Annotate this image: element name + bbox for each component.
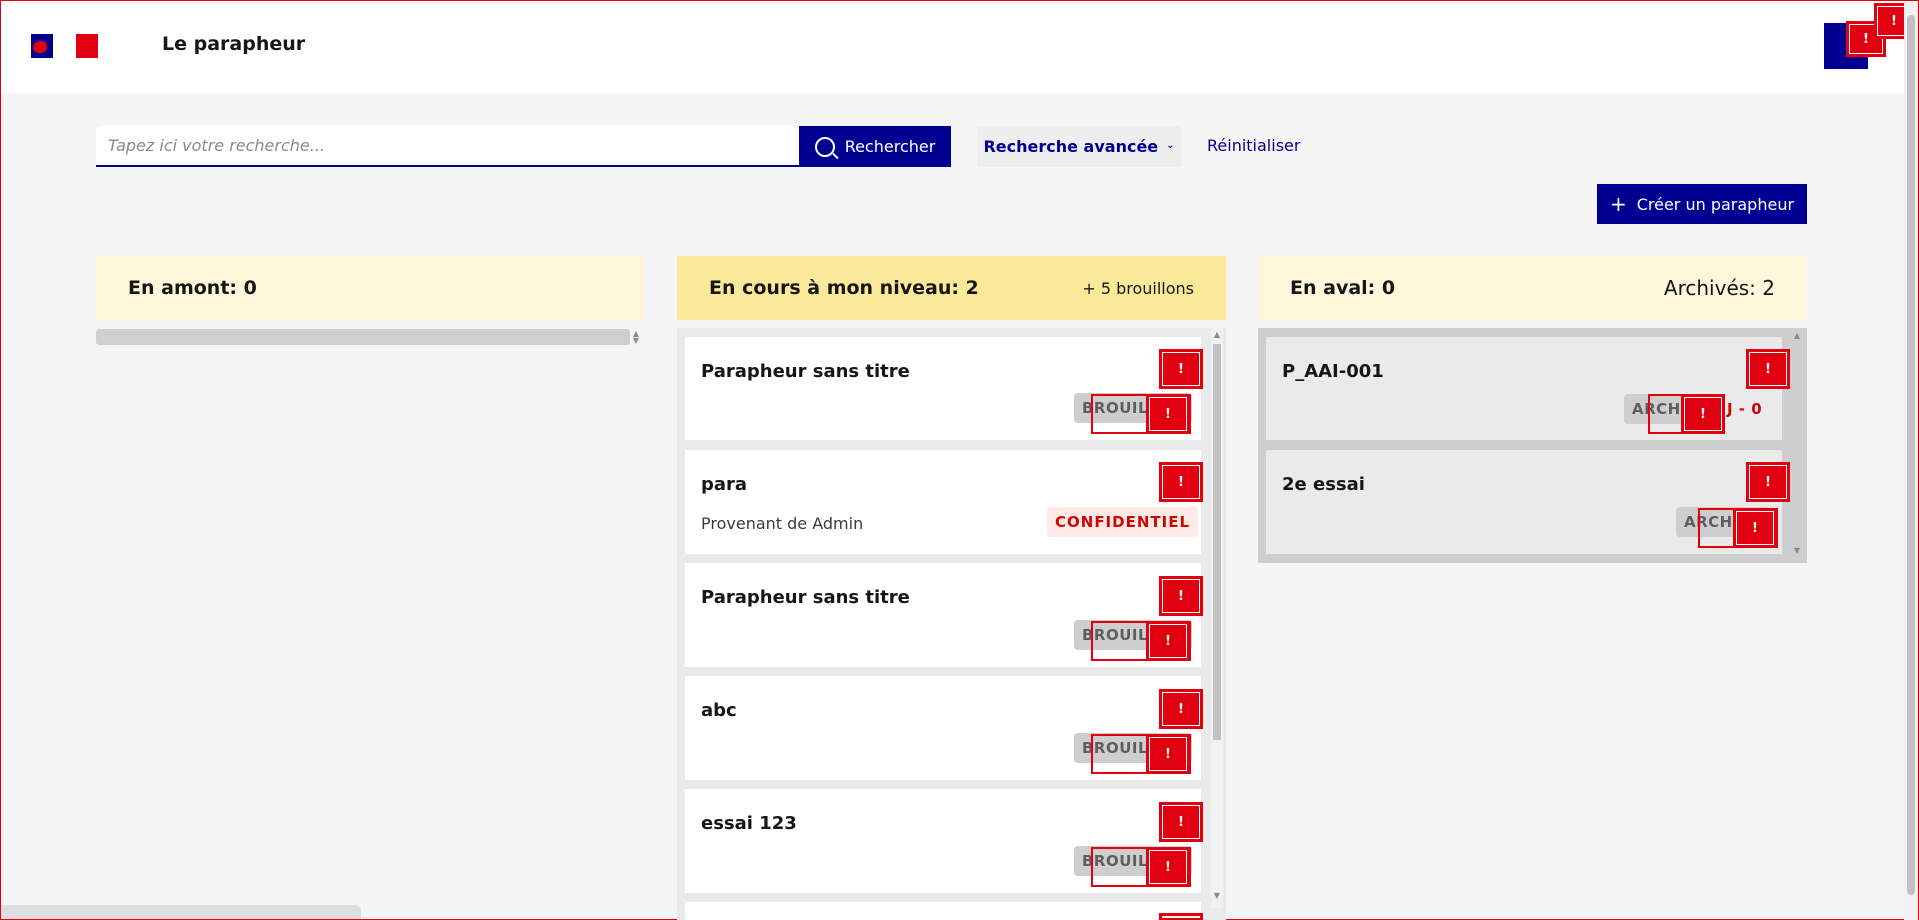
parapheur-card[interactable]: para Provenant de Admin CONFIDENTIEL [685, 450, 1201, 554]
chevron-down-icon: ⌄ [1166, 140, 1175, 151]
scroll-up-icon[interactable]: ▲ [1212, 331, 1222, 339]
error-marker: ! [1159, 349, 1203, 389]
error-outline [1091, 621, 1191, 661]
archived-count[interactable]: Archivés: 2 [1664, 276, 1775, 300]
error-marker: ! [1746, 349, 1790, 389]
error-marker: ! [1159, 689, 1203, 729]
confidential-badge: CONFIDENTIEL [1047, 507, 1199, 537]
header: Le parapheur [1, 1, 1906, 93]
error-marker: ! [1159, 576, 1203, 616]
error-outline [1091, 847, 1191, 887]
create-parapheur-button[interactable]: + Créer un parapheur [1597, 184, 1807, 224]
downstream-column-title: En aval: 0 [1290, 277, 1396, 299]
card-name: P_AAI-001 [1282, 361, 1384, 382]
parapheur-card[interactable] [685, 902, 1201, 920]
scroll-down-icon[interactable]: ▼ [1212, 892, 1222, 900]
advanced-search-label: Recherche avancée [983, 137, 1159, 156]
deadline-badge: J - 0 [1727, 400, 1763, 418]
error-marker: ! [1746, 462, 1790, 502]
error-marker: ! [1159, 462, 1203, 502]
scroll-down-icon[interactable]: ▼ [1792, 547, 1802, 555]
search-icon [814, 136, 835, 157]
error-marker: ! [1159, 802, 1203, 842]
marianne-logo[interactable] [31, 34, 98, 58]
downstream-column-header: En aval: 0 Archivés: 2 [1258, 256, 1807, 320]
drafts-count[interactable]: + 5 brouillons [1082, 279, 1194, 298]
marianne-profile-icon [33, 41, 47, 53]
error-outline [1698, 508, 1778, 548]
search-button[interactable]: Rechercher [799, 126, 951, 167]
advanced-search-button[interactable]: Recherche avancée ⌄ [977, 126, 1181, 167]
card-name: Parapheur sans titre [701, 587, 910, 608]
upstream-empty-scrollbar[interactable] [96, 329, 630, 345]
search-input[interactable] [96, 126, 799, 167]
page-scrollbar[interactable] [1904, 1, 1918, 920]
current-column-title: En cours à mon niveau: 2 [709, 277, 979, 299]
page-scrollbar-thumb[interactable] [1907, 15, 1915, 895]
reset-link[interactable]: Réinitialiser [1207, 136, 1300, 155]
plus-icon: + [1609, 192, 1627, 216]
card-name: 2e essai [1282, 474, 1365, 495]
scroll-arrows-icon[interactable]: ▲ ▼ [631, 330, 641, 345]
card-name: essai 123 [701, 813, 797, 834]
flag-red [33, 34, 98, 58]
card-origin: Provenant de Admin [701, 514, 864, 533]
error-outline [1648, 394, 1724, 434]
card-name: para [701, 474, 748, 495]
current-column-header: En cours à mon niveau: 2 + 5 brouillons [677, 256, 1226, 320]
error-outline [1091, 394, 1191, 434]
search-button-label: Rechercher [844, 137, 936, 156]
error-marker [1159, 913, 1203, 920]
current-list-scrollbar[interactable] [1211, 328, 1223, 908]
card-name: abc [701, 700, 737, 721]
error-outline [1091, 734, 1191, 774]
card-name: Parapheur sans titre [701, 361, 910, 382]
upstream-column-title: En amont: 0 [128, 277, 257, 299]
flag-white [53, 34, 76, 58]
browser-status-bar [1, 905, 361, 919]
scroll-up-icon[interactable]: ▲ [1792, 332, 1802, 340]
app-title[interactable]: Le parapheur [162, 33, 305, 55]
scrollbar-thumb[interactable] [1213, 344, 1221, 740]
upstream-column-header: En amont: 0 [96, 256, 644, 320]
create-parapheur-label: Créer un parapheur [1636, 194, 1795, 214]
